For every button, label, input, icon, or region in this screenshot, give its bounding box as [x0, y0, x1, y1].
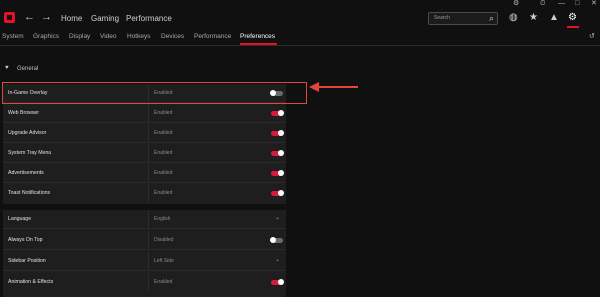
tab-preferences[interactable]: Preferences	[240, 33, 275, 40]
search-placeholder: Search	[434, 15, 450, 21]
column-divider	[148, 210, 149, 229]
nav-home[interactable]: Home	[61, 14, 82, 23]
amd-logo-icon[interactable]	[4, 12, 15, 23]
tab-display[interactable]: Display	[69, 33, 90, 40]
search-input[interactable]: Search ⌕	[428, 12, 498, 25]
row-separator	[3, 162, 286, 163]
active-gear-indicator	[567, 26, 579, 28]
tab-devices[interactable]: Devices	[161, 33, 184, 40]
row-separator	[3, 182, 286, 183]
setting-value: Enabled	[154, 130, 173, 136]
setting-label: Always On Top	[8, 237, 43, 243]
setting-value: English	[154, 216, 171, 222]
row-separator	[3, 142, 286, 143]
toggle-knob	[270, 237, 276, 243]
other-settings-panel: Language English ⌄ Always On Top Disable…	[3, 210, 286, 297]
chevron-down-icon[interactable]: ⌄	[275, 256, 280, 263]
setting-row-sidebar-position[interactable]: Sidebar Position Left Side ⌄	[3, 252, 286, 271]
setting-row-toast-notifications[interactable]: Toast Notifications Enabled	[3, 184, 286, 203]
annotation-highlight-box	[2, 82, 307, 104]
reset-icon[interactable]: ↺	[589, 32, 595, 40]
active-tab-indicator	[240, 43, 277, 45]
setting-row-language[interactable]: Language English ⌄	[3, 210, 286, 229]
setting-value: Enabled	[154, 190, 173, 196]
star-icon[interactable]: ★	[529, 12, 538, 23]
animation-effects-toggle[interactable]	[271, 279, 284, 285]
nav-performance[interactable]: Performance	[126, 14, 172, 23]
setting-value: Enabled	[154, 150, 173, 156]
back-arrow-icon[interactable]: ←	[24, 11, 35, 23]
row-separator	[3, 122, 286, 123]
column-divider	[148, 104, 149, 123]
setting-label: Upgrade Advisor	[8, 130, 47, 136]
setting-value: Left Side	[154, 258, 174, 264]
setting-label: Sidebar Position	[8, 258, 46, 264]
setting-value: Disabled	[154, 237, 174, 243]
gear-icon[interactable]: ⚙	[568, 12, 577, 23]
setting-label: Toast Notifications	[8, 190, 51, 196]
setting-row-advertisements[interactable]: Advertisements Enabled	[3, 164, 286, 183]
row-separator	[3, 270, 286, 271]
setting-label: Advertisements	[8, 170, 44, 176]
toggle-knob	[278, 170, 284, 176]
toggle-knob	[278, 130, 284, 136]
tab-performance[interactable]: Performance	[194, 33, 231, 40]
globe-icon[interactable]: ◍	[509, 12, 518, 23]
column-divider	[148, 164, 149, 183]
nav-gaming[interactable]: Gaming	[91, 14, 119, 23]
setting-row-web-browser[interactable]: Web Browser Enabled	[3, 104, 286, 123]
system-tray-menu-toggle[interactable]	[271, 150, 284, 156]
toast-notifications-toggle[interactable]	[271, 190, 284, 196]
setting-row-upgrade-advisor[interactable]: Upgrade Advisor Enabled	[3, 124, 286, 143]
row-separator	[3, 228, 286, 229]
forward-arrow-icon[interactable]: →	[41, 11, 52, 23]
toggle-knob	[278, 150, 284, 156]
toggle-knob	[278, 110, 284, 116]
column-divider	[148, 124, 149, 143]
column-divider	[148, 184, 149, 203]
setting-row-animation-effects[interactable]: Animation & Effects Enabled	[3, 273, 286, 292]
toggle-knob	[278, 190, 284, 196]
setting-label: System Tray Menu	[8, 150, 52, 156]
setting-label: Web Browser	[8, 110, 40, 116]
toggle-knob	[278, 279, 284, 285]
row-separator	[3, 249, 286, 250]
setting-row-system-tray-menu[interactable]: System Tray Menu Enabled	[3, 144, 286, 163]
setting-value: Enabled	[154, 279, 173, 285]
subtab-bar: System Graphics Display Video Hotkeys De…	[0, 30, 600, 46]
always-on-top-toggle[interactable]	[270, 237, 283, 243]
heart-icon: ♥	[5, 65, 9, 71]
column-divider	[148, 252, 149, 271]
setting-value: Enabled	[154, 110, 173, 116]
chevron-down-icon[interactable]: ⌄	[275, 214, 280, 221]
setting-label: Animation & Effects	[8, 279, 54, 285]
column-divider	[148, 231, 149, 250]
tab-system[interactable]: System	[2, 33, 24, 40]
setting-value: Enabled	[154, 170, 173, 176]
annotation-arrow-line	[318, 86, 358, 88]
tab-video[interactable]: Video	[100, 33, 117, 40]
upgrade-advisor-toggle[interactable]	[271, 130, 284, 136]
setting-label: Language	[8, 216, 32, 222]
column-divider	[148, 273, 149, 292]
setting-row-always-on-top[interactable]: Always On Top Disabled	[3, 231, 286, 250]
bell-icon[interactable]: ▲	[549, 12, 559, 23]
search-icon[interactable]: ⌕	[489, 13, 494, 24]
top-header: ← → Home Gaming Performance Search ⌕ ◍ ★…	[0, 6, 600, 30]
column-divider	[148, 144, 149, 163]
advertisements-toggle[interactable]	[271, 170, 284, 176]
section-title-general: General	[17, 66, 39, 72]
tab-hotkeys[interactable]: Hotkeys	[127, 33, 150, 40]
web-browser-toggle[interactable]	[271, 110, 284, 116]
tab-graphics[interactable]: Graphics	[33, 33, 59, 40]
